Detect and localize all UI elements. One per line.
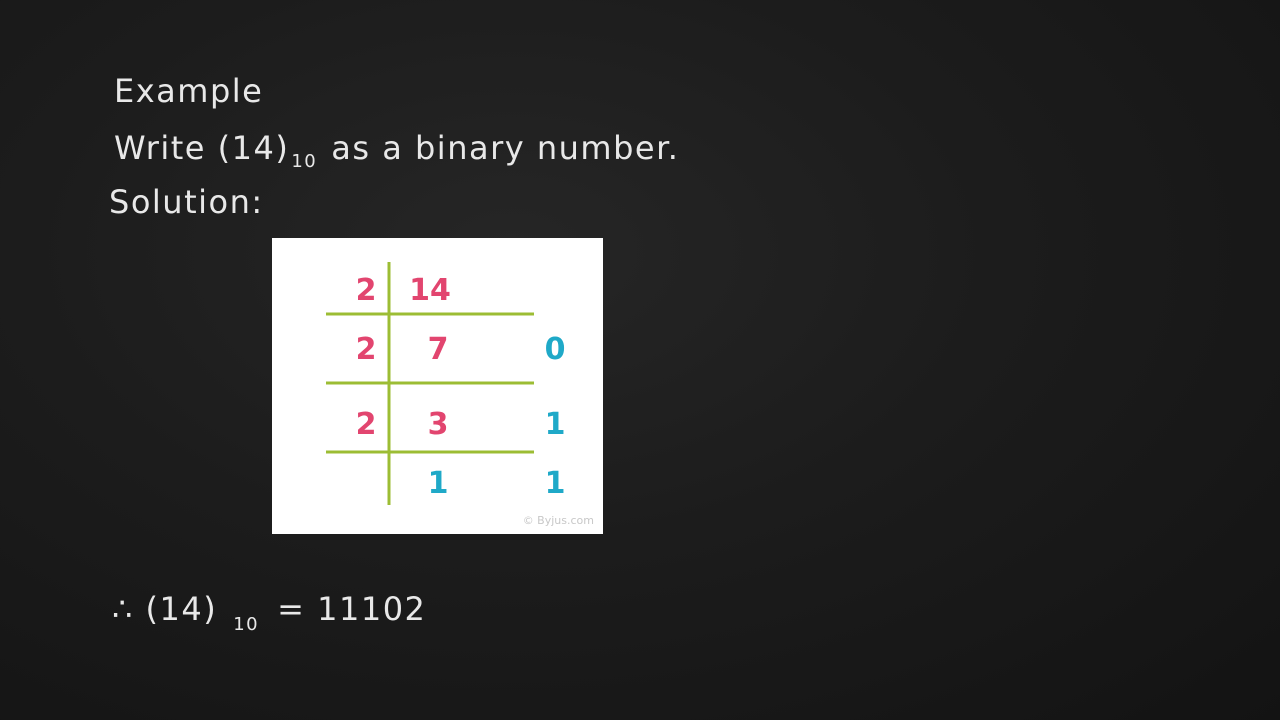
problem-subscript: 10 bbox=[291, 151, 318, 172]
watermark: © Byjus.com bbox=[523, 514, 594, 527]
division-diagram: 2 14 2 7 0 2 3 1 1 1 © Byjus.com bbox=[326, 262, 594, 527]
solution-label: Solution: bbox=[109, 183, 264, 221]
problem-prefix: Write (14) bbox=[114, 129, 290, 167]
remainder-2: 0 bbox=[545, 332, 566, 367]
divisor-3: 2 bbox=[356, 407, 377, 442]
divisor-1: 2 bbox=[356, 273, 377, 308]
slide-heading: Example bbox=[114, 72, 264, 110]
result-statement: ∴ (14) 10 = 11102 bbox=[112, 590, 427, 635]
division-figure: 2 14 2 7 0 2 3 1 1 1 © Byjus.com bbox=[272, 238, 603, 534]
problem-statement: Write (14) 10 as a binary number. bbox=[114, 129, 680, 172]
dividend-4: 1 bbox=[428, 466, 449, 501]
remainder-4: 1 bbox=[545, 466, 566, 501]
dividend-1: 14 bbox=[409, 273, 451, 308]
result-subscript: 10 bbox=[233, 614, 260, 635]
result-suffix: = 11102 bbox=[277, 590, 427, 628]
dividend-2: 7 bbox=[428, 332, 449, 367]
dividend-3: 3 bbox=[428, 407, 449, 442]
remainder-3: 1 bbox=[545, 407, 566, 442]
result-prefix: ∴ (14) bbox=[112, 590, 218, 628]
problem-suffix: as a binary number. bbox=[331, 129, 680, 167]
divisor-2: 2 bbox=[356, 332, 377, 367]
